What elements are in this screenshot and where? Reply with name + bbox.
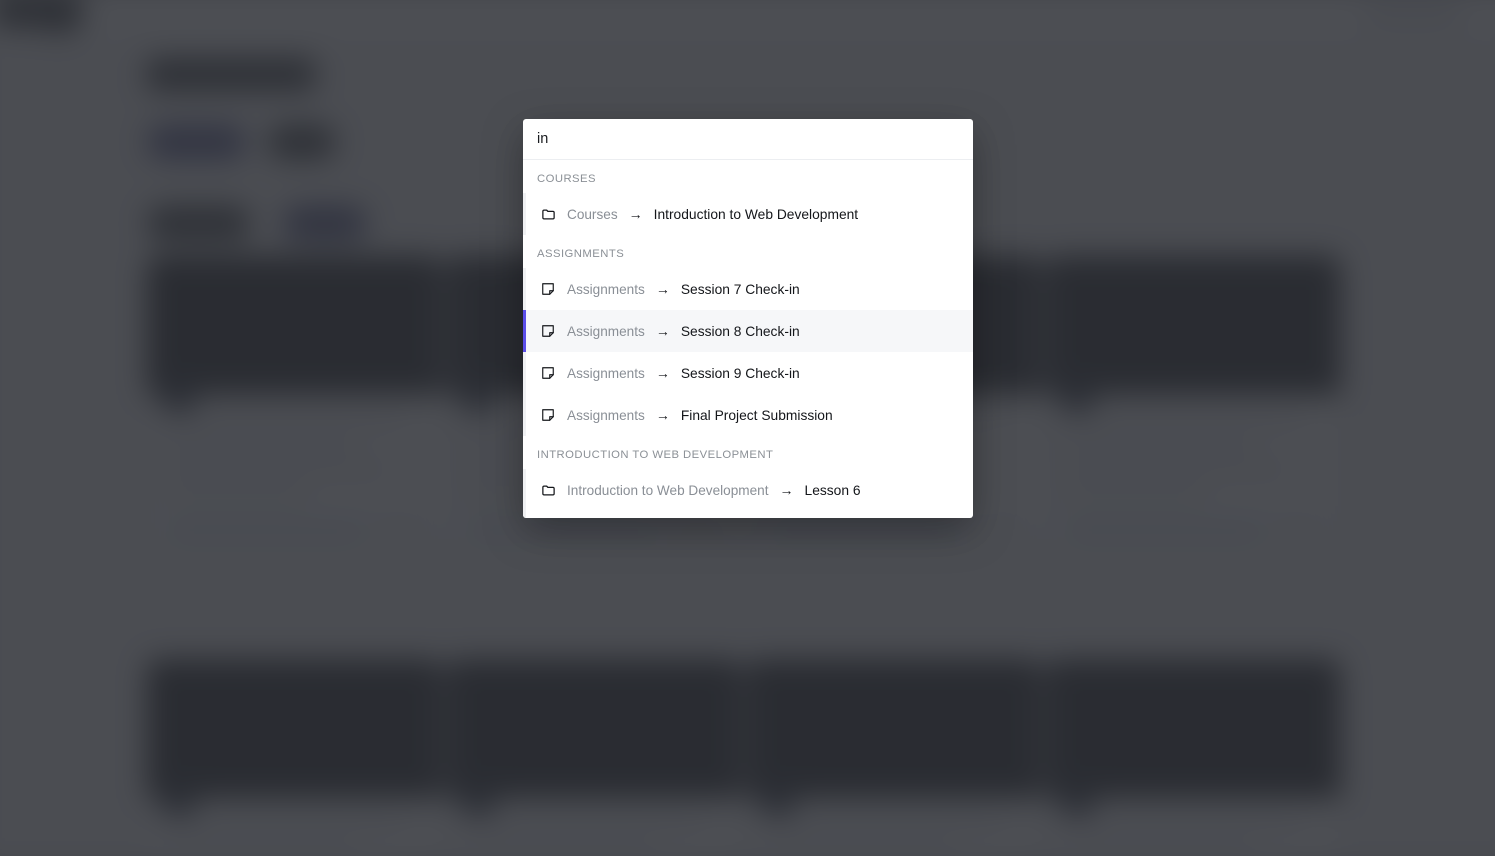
arrow-right-icon: → — [655, 323, 670, 339]
screen-root: COURSESCourses→Introduction to Web Devel… — [0, 0, 1495, 856]
search-result-row[interactable]: Assignments → Session 7 Check-in — [523, 268, 973, 310]
result-title: Introduction to Web Development — [653, 206, 859, 222]
result-group-label: INTRODUCTION TO WEB DEVELOPMENT — [537, 449, 774, 461]
result-title: Lesson 6 — [804, 482, 861, 498]
result-context: Assignments — [567, 323, 645, 339]
result-title: Session 7 Check-in — [680, 281, 800, 297]
result-title: Session 8 Check-in — [680, 323, 800, 339]
result-group-label: ASSIGNMENTS — [537, 248, 625, 260]
result-title: Final Project Submission — [680, 407, 833, 423]
note-icon — [540, 323, 556, 339]
search-result-row[interactable]: Courses → Introduction to Web Development — [523, 193, 973, 235]
result-context: Courses — [567, 206, 618, 222]
command-palette: COURSESCourses→Introduction to Web Devel… — [523, 119, 973, 518]
arrow-right-icon: → — [779, 482, 794, 498]
arrow-right-icon: → — [655, 281, 670, 297]
arrow-right-icon: → — [655, 365, 670, 381]
folder-icon — [540, 206, 556, 222]
search-result-row[interactable]: Assignments → Session 9 Check-in — [523, 352, 973, 394]
note-icon — [540, 281, 556, 297]
search-results-list[interactable]: COURSES Courses → Introduction to Web Devel… — [523, 160, 973, 518]
search-result-row[interactable]: Introduction to Web Development→Lesson 4 — [523, 511, 973, 518]
search-row — [523, 119, 973, 160]
result-context: Assignments — [567, 281, 645, 297]
arrow-right-icon: → — [655, 407, 670, 423]
note-icon — [540, 365, 556, 381]
result-context: Assignments — [567, 365, 645, 381]
arrow-right-icon: → — [628, 206, 643, 222]
result-context: Introduction to Web Development — [567, 482, 769, 498]
search-input[interactable] — [537, 131, 959, 147]
result-title: Session 9 Check-in — [680, 365, 800, 381]
search-result-row[interactable]: Assignments → Session 8 Check-in — [523, 310, 973, 352]
folder-icon — [540, 482, 556, 498]
result-group-label: COURSES — [537, 173, 597, 185]
search-result-row[interactable]: Introduction to Web Development → Lesson 6 — [523, 469, 973, 511]
note-icon — [540, 407, 556, 423]
result-context: Assignments — [567, 407, 645, 423]
search-result-row[interactable]: Assignments → Final Project Submission — [523, 394, 973, 436]
